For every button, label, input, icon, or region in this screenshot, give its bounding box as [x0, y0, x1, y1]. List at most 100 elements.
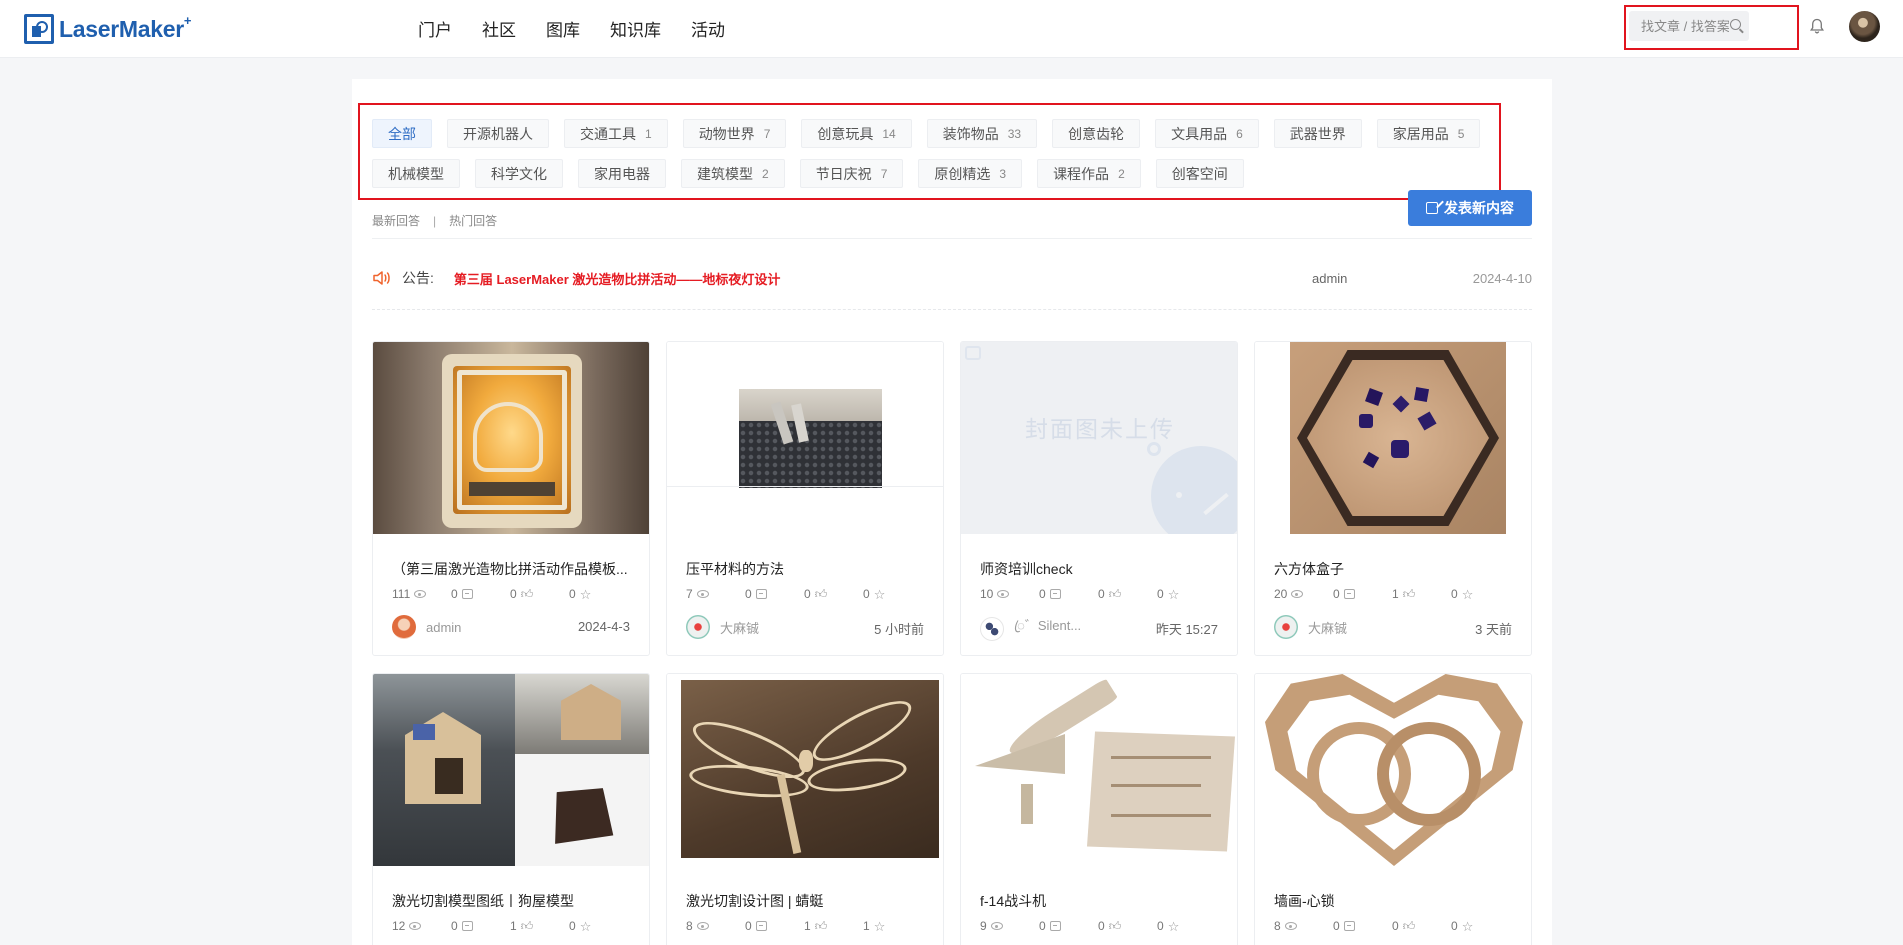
card-title[interactable]: 压平材料的方法 — [686, 559, 926, 579]
card-title[interactable]: 墙画-心锁 — [1274, 891, 1514, 911]
nav-item-knowledge[interactable]: 知识库 — [610, 16, 661, 41]
card-author[interactable]: admin — [392, 615, 461, 639]
views-count: 8 — [1274, 919, 1281, 933]
author-name: ꦿ゛Silent... — [1014, 618, 1082, 633]
nav-item-gallery[interactable]: 图库 — [546, 16, 580, 41]
likes-stat[interactable]: 1 👍︎ — [510, 919, 569, 933]
views-count: 7 — [686, 587, 693, 601]
star-icon: ☆ — [579, 918, 592, 934]
work-card[interactable]: 六方体盒子 20 0 1 👍︎ 0 ☆ 大麻铖 3 天前 — [1254, 341, 1532, 656]
announcement-author[interactable]: admin — [1312, 271, 1347, 286]
thumbs-up-icon: 👍︎ — [520, 587, 534, 601]
placeholder-cover-text: 封面图未上传 — [1025, 416, 1175, 442]
author-name: 大麻铖 — [1308, 620, 1348, 636]
likes-stat[interactable]: 0 👍︎ — [510, 587, 569, 601]
comments-stat: 0 — [451, 919, 510, 933]
card-author[interactable]: 大麻铖 — [1274, 615, 1347, 639]
eye-icon — [696, 590, 709, 598]
eye-icon — [990, 922, 1003, 930]
work-card[interactable]: 压平材料的方法 7 0 0 👍︎ 0 ☆ 大麻铖 5 小时前 — [666, 341, 944, 656]
comment-icon — [461, 589, 473, 599]
eye-icon — [1284, 922, 1297, 930]
card-stats: 111 0 0 👍︎ 0 ☆ — [392, 587, 628, 601]
thumbs-up-icon: 👍︎ — [520, 919, 534, 933]
stars-stat[interactable]: 0 ☆ — [1451, 587, 1510, 601]
views-count: 9 — [980, 919, 987, 933]
thumbs-up-icon: 👍︎ — [1108, 587, 1122, 601]
nav-item-community[interactable]: 社区 — [482, 16, 516, 41]
announcement-bar: 公告: 第三届 LaserMaker 激光造物比拼活动——地标夜灯设计 admi… — [372, 268, 1532, 288]
likes-stat[interactable]: 1 👍︎ — [804, 919, 863, 933]
likes-stat[interactable]: 0 👍︎ — [1392, 919, 1451, 933]
stars-stat[interactable]: 0 ☆ — [569, 919, 628, 933]
stars-stat[interactable]: 1 ☆ — [863, 919, 922, 933]
views-stat: 111 — [392, 587, 451, 601]
card-title[interactable]: （第三届激光造物比拼活动作品模板... — [392, 559, 632, 579]
post-new-content-button[interactable]: 发表新内容 — [1408, 190, 1532, 226]
comments-stat: 0 — [745, 587, 804, 601]
comments-count: 0 — [1039, 919, 1046, 933]
avatar — [392, 615, 416, 639]
comments-stat: 0 — [1333, 919, 1392, 933]
avatar — [1274, 615, 1298, 639]
stars-count: 0 — [1157, 919, 1164, 933]
work-card[interactable]: 封面图未上传 师资培训check 10 0 0 👍︎ 0 ☆ ꦿ゛Silent...… — [960, 341, 1238, 656]
comment-icon — [461, 921, 473, 931]
stars-count: 1 — [863, 919, 870, 933]
card-thumbnail: 封面图未上传 — [961, 342, 1237, 534]
nav-item-events[interactable]: 活动 — [691, 16, 725, 41]
work-card[interactable]: （第三届激光造物比拼活动作品模板... 111 0 0 👍︎ 0 ☆ admin 2… — [372, 341, 650, 656]
comments-count: 0 — [1333, 919, 1340, 933]
comment-icon — [1343, 589, 1355, 599]
card-title[interactable]: 师资培训check — [980, 559, 1220, 579]
card-thumbnail — [667, 674, 943, 866]
logo-icon — [24, 14, 54, 44]
comments-stat: 0 — [1333, 587, 1392, 601]
stars-stat[interactable]: 0 ☆ — [1157, 587, 1216, 601]
views-stat: 20 — [1274, 587, 1333, 601]
thumbs-up-icon: 👍︎ — [814, 587, 828, 601]
views-stat: 12 — [392, 919, 451, 933]
stars-count: 0 — [1451, 587, 1458, 601]
work-card[interactable]: 激光切割模型图纸丨狗屋模型 12 0 1 👍︎ 0 ☆ — [372, 673, 650, 945]
author-name: 大麻铖 — [720, 620, 760, 636]
tab-latest-answers[interactable]: 最新回答 — [372, 212, 420, 229]
card-title[interactable]: 激光切割模型图纸丨狗屋模型 — [392, 891, 632, 911]
card-title[interactable]: 激光切割设计图 | 蜻蜓 — [686, 891, 926, 911]
card-title[interactable]: 六方体盒子 — [1274, 559, 1514, 579]
stars-stat[interactable]: 0 ☆ — [1157, 919, 1216, 933]
answer-tabs: 最新回答 | 热门回答 — [372, 212, 497, 229]
work-card[interactable]: f-14战斗机 9 0 0 👍︎ 0 ☆ — [960, 673, 1238, 945]
likes-stat[interactable]: 0 👍︎ — [1098, 919, 1157, 933]
site-logo[interactable]: LaserMaker + — [24, 13, 191, 44]
likes-count: 0 — [1392, 919, 1399, 933]
work-card[interactable]: 激光切割设计图 | 蜻蜓 8 0 1 👍︎ 1 ☆ — [666, 673, 944, 945]
comments-count: 0 — [451, 587, 458, 601]
work-card[interactable]: 墙画-心锁 8 0 0 👍︎ 0 ☆ — [1254, 673, 1532, 945]
nav-item-portal[interactable]: 门户 — [418, 16, 452, 41]
card-time: 3 天前 — [1475, 622, 1512, 637]
comments-count: 0 — [1333, 587, 1340, 601]
bell-icon[interactable] — [1810, 18, 1824, 34]
tab-hot-answers[interactable]: 热门回答 — [449, 212, 497, 229]
likes-stat[interactable]: 0 👍︎ — [1098, 587, 1157, 601]
stars-count: 0 — [863, 587, 870, 601]
card-stats: 9 0 0 👍︎ 0 ☆ — [980, 919, 1216, 933]
card-thumbnail — [1255, 342, 1531, 534]
likes-count: 1 — [510, 919, 517, 933]
card-author[interactable]: 大麻铖 — [686, 615, 759, 639]
thumbs-up-icon: 👍︎ — [1402, 919, 1416, 933]
announcement-link[interactable]: 第三届 LaserMaker 激光造物比拼活动——地标夜灯设计 — [454, 269, 781, 288]
card-time: 2024-4-3 — [577, 619, 630, 634]
stars-stat[interactable]: 0 ☆ — [863, 587, 922, 601]
stars-stat[interactable]: 0 ☆ — [1451, 919, 1510, 933]
views-count: 8 — [686, 919, 693, 933]
likes-stat[interactable]: 1 👍︎ — [1392, 587, 1451, 601]
stars-stat[interactable]: 0 ☆ — [569, 587, 628, 601]
stars-count: 0 — [569, 587, 576, 601]
card-stats: 12 0 1 👍︎ 0 ☆ — [392, 919, 628, 933]
likes-stat[interactable]: 0 👍︎ — [804, 587, 863, 601]
card-title[interactable]: f-14战斗机 — [980, 891, 1220, 911]
card-author[interactable]: ꦿ゛Silent... — [980, 615, 1081, 642]
user-avatar[interactable] — [1849, 11, 1880, 42]
